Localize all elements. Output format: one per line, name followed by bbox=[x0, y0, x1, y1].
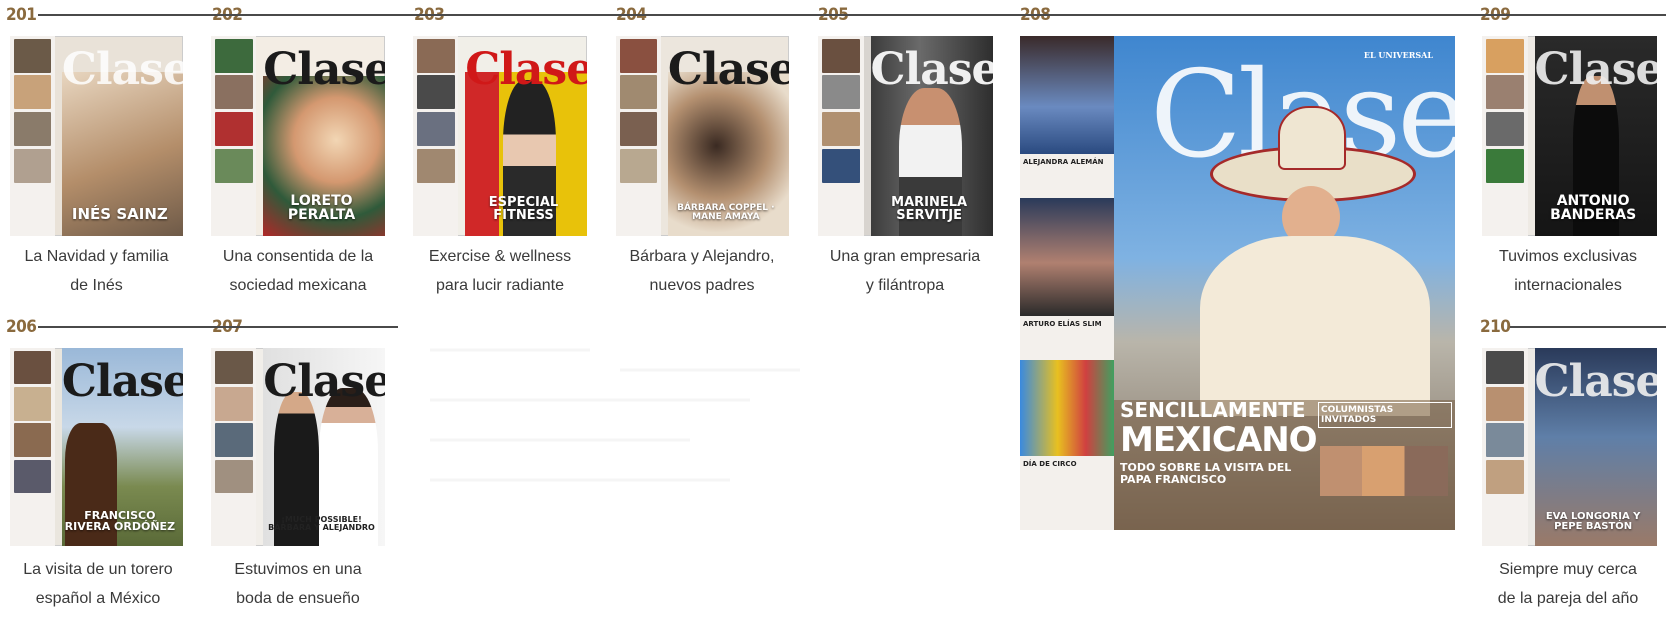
cover-headline: BÁRBARA COPPEL · MANE AMAYA bbox=[677, 203, 775, 222]
issue-206-number: 206 bbox=[6, 317, 37, 337]
issue-201-caption: La Navidad y familia de Inés bbox=[24, 248, 169, 294]
cover-headline: LORETO PERALTA bbox=[287, 193, 356, 223]
cover-headline: MARINELA SERVITJE bbox=[891, 195, 968, 223]
cover-headline-big: MEXICANO bbox=[1120, 420, 1318, 460]
cover-columnists: COLUMNISTAS INVITADOS bbox=[1318, 402, 1452, 428]
issue-210-caption: Siempre muy cerca de la pareja del año bbox=[1497, 561, 1639, 607]
cover-logo: Clase bbox=[870, 44, 994, 95]
issue-204-caption: Bárbara y Alejandro, nuevos padres bbox=[629, 248, 775, 294]
cover-sidebar bbox=[413, 36, 459, 236]
columnist-photos bbox=[1320, 446, 1448, 496]
cover-sidebar bbox=[10, 36, 55, 236]
issue-206-caption: La visita de un torero español a México bbox=[23, 561, 173, 607]
issue-201-cover[interactable]: Clase INÉS SAINZ bbox=[10, 36, 183, 236]
cover-pope-robe bbox=[1200, 236, 1430, 416]
issue-202-caption: Una consentida de la sociedad mexicana bbox=[222, 248, 374, 294]
cover-logo: Clase bbox=[667, 44, 789, 95]
cover-logo: Clase bbox=[61, 355, 183, 407]
cover-sidebar bbox=[211, 348, 257, 546]
cover-logo: Clase bbox=[263, 44, 385, 95]
cover-headline: FRANCISCO RIVERA ORDÓÑEZ bbox=[64, 509, 176, 534]
cover-sidebar bbox=[616, 36, 661, 236]
issue-210-cover[interactable]: Clase EVA LONGORIA Y PEPE BASTÓN bbox=[1482, 348, 1657, 546]
issue-207-caption: Estuvimos en una boda de ensueño bbox=[234, 561, 362, 607]
cover-logo: Clase bbox=[465, 44, 587, 95]
cover-sidebar bbox=[1482, 36, 1528, 236]
faded-background-text bbox=[430, 348, 800, 482]
sidebar-photo-3 bbox=[1020, 360, 1114, 456]
row1-divider bbox=[38, 14, 1666, 16]
cover-logo: Clase bbox=[1534, 355, 1658, 407]
issue-207-cover[interactable]: Clase ¡MUCH POSSIBLE! BÁRBARA Y ALEJANDR… bbox=[211, 348, 385, 546]
cover-sidebar bbox=[10, 348, 55, 546]
cover-headline: INÉS SAINZ bbox=[71, 205, 168, 223]
cover-headline: ESPECIAL FITNESS bbox=[488, 195, 559, 223]
issue-208-cover[interactable]: ALEJANDRA ALEMÁN ARTURO ELÍAS SLIM DÍA D… bbox=[1020, 36, 1455, 530]
issue-203-caption: Exercise & wellness para lucir radiante bbox=[428, 248, 572, 294]
issue-202-cover[interactable]: Clase LORETO PERALTA bbox=[211, 36, 385, 236]
cover-logo: Clase bbox=[263, 355, 385, 407]
cover-sidebar bbox=[818, 36, 864, 236]
cover-sombrero-crown bbox=[1278, 106, 1346, 170]
cover-headline: ¡MUCH POSSIBLE! BÁRBARA Y ALEJANDRO bbox=[268, 515, 375, 533]
cover-subhead: TODO SOBRE LA VISITA DEL PAPA FRANCISCO bbox=[1120, 461, 1292, 486]
issue-203-cover[interactable]: Clase ESPECIAL FITNESS bbox=[413, 36, 587, 236]
row2-divider bbox=[38, 326, 398, 328]
issue-206-cover[interactable]: Clase FRANCISCO RIVERA ORDÓÑEZ bbox=[10, 348, 183, 546]
issue-205-cover[interactable]: Clase MARINELA SERVITJE bbox=[818, 36, 993, 236]
issue-205-caption: Una gran empresaria y filántropa bbox=[829, 248, 981, 294]
row2-divider-right bbox=[1510, 326, 1666, 328]
cover-sidebar: ALEJANDRA ALEMÁN ARTURO ELÍAS SLIM DÍA D… bbox=[1020, 36, 1114, 530]
sidebar-photo-2 bbox=[1020, 198, 1114, 316]
issue-201-number: 201 bbox=[6, 5, 37, 25]
cover-logo: Clase bbox=[61, 44, 183, 95]
cover-logo: Clase bbox=[1534, 44, 1658, 95]
sidebar-item-2: ARTURO ELÍAS SLIM bbox=[1023, 320, 1102, 328]
issue-209-caption: Tuvimos exclusivas internacionales bbox=[1498, 248, 1638, 294]
cover-headline: EVA LONGORIA Y PEPE BASTÓN bbox=[1545, 511, 1641, 533]
sidebar-item-3: DÍA DE CIRCO bbox=[1023, 460, 1077, 468]
sidebar-photo-1 bbox=[1020, 36, 1114, 154]
issue-210-number: 210 bbox=[1480, 317, 1511, 337]
cover-headline-small: SENCILLAMENTE bbox=[1120, 398, 1306, 422]
issue-209-cover[interactable]: Clase ANTONIO BANDERAS bbox=[1482, 36, 1657, 236]
sidebar-item-1: ALEJANDRA ALEMÁN bbox=[1023, 158, 1104, 166]
issue-204-cover[interactable]: Clase BÁRBARA COPPEL · MANE AMAYA bbox=[616, 36, 789, 236]
cover-headline: ANTONIO BANDERAS bbox=[1550, 193, 1637, 223]
cover-sidebar bbox=[1482, 348, 1528, 546]
cover-sidebar bbox=[211, 36, 257, 236]
